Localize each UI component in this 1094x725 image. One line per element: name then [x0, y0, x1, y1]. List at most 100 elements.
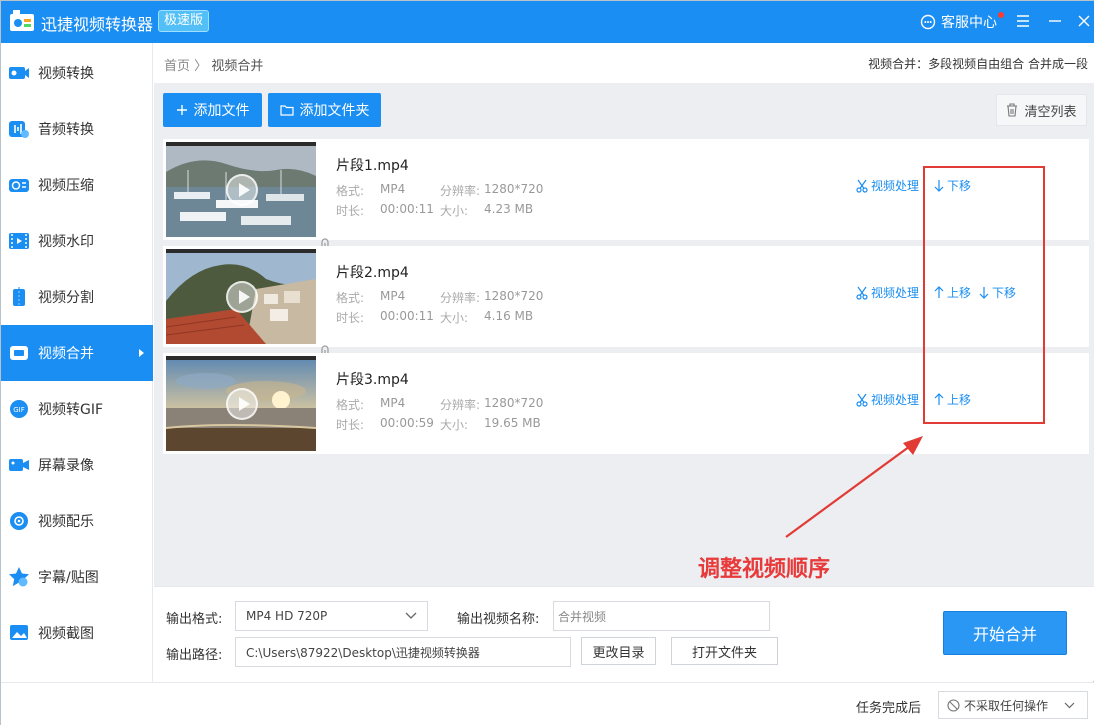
video-process-label: 视频处理	[871, 286, 920, 300]
after-task-value: 不采取任何操作	[964, 698, 1049, 713]
video-process-button[interactable]: 视频处理	[856, 391, 919, 408]
scissors-icon	[856, 286, 868, 300]
video-process-button[interactable]: 视频处理	[856, 284, 919, 301]
annotation-box	[923, 166, 1045, 424]
sidebar-item-audio-convert[interactable]: 音频转换	[1, 101, 153, 157]
sidebar-item-label: 音频转换	[38, 122, 94, 138]
video-convert-icon	[8, 62, 30, 84]
video-process-label: 视频处理	[871, 393, 920, 407]
sidebar-item-video-convert[interactable]: 视频转换	[1, 45, 153, 101]
add-folder-button[interactable]: 添加文件夹	[268, 93, 381, 127]
add-file-button[interactable]: 添加文件	[163, 93, 262, 127]
video-process-label: 视频处理	[871, 179, 920, 193]
chevron-down-icon	[405, 612, 417, 619]
sidebar-item-video-watermark[interactable]: 视频水印	[1, 213, 153, 269]
sidebar-item-label: 视频配乐	[38, 514, 94, 530]
resolution-label: 分辨率:	[440, 184, 481, 198]
video-filename: 片段2.mp4	[336, 265, 409, 281]
format-value: MP4	[380, 182, 406, 196]
plus-icon	[176, 105, 187, 115]
sidebar-item-subtitle-sticker[interactable]: 字幕/贴图	[1, 549, 153, 605]
video-merge-icon	[8, 342, 30, 364]
size-value: 4.23 MB	[484, 202, 534, 216]
sidebar-item-label: 视频转换	[38, 66, 94, 82]
format-value: MP4	[380, 289, 406, 303]
play-icon	[226, 174, 258, 206]
output-path-value: C:\Users\87922\Desktop\迅捷视频转换器	[246, 645, 480, 660]
output-path-label: 输出路径:	[166, 648, 223, 663]
breadcrumb-separator: 〉	[194, 59, 208, 74]
sidebar-item-label: 字幕/贴图	[38, 570, 99, 586]
sidebar-item-video-split[interactable]: 视频分割	[1, 269, 153, 325]
sidebar-item-video-screenshot[interactable]: 视频截图	[1, 605, 153, 661]
after-task-label: 任务完成后	[856, 701, 922, 716]
sidebar-item-label: 视频合并	[38, 346, 94, 362]
video-watermark-icon	[8, 230, 30, 252]
output-name-label: 输出视频名称:	[457, 612, 540, 627]
video-thumbnail[interactable]	[166, 249, 316, 344]
app-title: 迅捷视频转换器	[41, 15, 154, 34]
video-thumbnail[interactable]	[166, 356, 316, 451]
start-merge-button[interactable]: 开始合并	[943, 611, 1067, 655]
sidebar-item-video-merge[interactable]: 视频合并	[1, 325, 153, 381]
video-thumbnail[interactable]	[166, 142, 316, 237]
trash-icon	[1007, 103, 1018, 117]
edition-badge: 极速版	[158, 10, 210, 32]
sidebar-item-label: 视频转GIF	[38, 402, 104, 418]
output-name-input[interactable]: 合并视频	[553, 601, 770, 631]
add-folder-label: 添加文件夹	[299, 103, 370, 119]
duration-label: 时长:	[336, 418, 365, 432]
close-icon[interactable]	[1076, 13, 1092, 29]
footer-bar: 任务完成后 不采取任何操作	[1, 682, 1094, 725]
format-label: 格式:	[336, 291, 365, 305]
change-directory-button[interactable]: 更改目录	[581, 637, 656, 665]
output-format-value: MP4 HD 720P	[246, 609, 328, 623]
sidebar-item-label: 视频水印	[38, 234, 94, 250]
sidebar-item-video-music[interactable]: 视频配乐	[1, 493, 153, 549]
sidebar-item-screen-record[interactable]: 屏幕录像	[1, 437, 153, 493]
output-format-select[interactable]: MP4 HD 720P	[235, 601, 428, 631]
duration-value: 00:00:11	[380, 202, 434, 216]
scissors-icon	[856, 393, 868, 407]
breadcrumb-home[interactable]: 首页	[164, 59, 190, 74]
customer-service-button[interactable]: 客服中心	[920, 1, 1004, 43]
size-value: 4.16 MB	[484, 309, 534, 323]
output-name-value: 合并视频	[558, 609, 607, 624]
output-path-input[interactable]: C:\Users\87922\Desktop\迅捷视频转换器	[235, 637, 571, 667]
start-merge-label: 开始合并	[972, 625, 1037, 644]
sidebar-item-video-compress[interactable]: 视频压缩	[1, 157, 153, 213]
video-compress-icon	[8, 174, 30, 196]
title-bar: 迅捷视频转换器 极速版 客服中心	[1, 1, 1094, 43]
video-process-button[interactable]: 视频处理	[856, 177, 919, 194]
change-directory-label: 更改目录	[592, 645, 645, 661]
chevron-down-icon	[1064, 702, 1075, 709]
size-label: 大小:	[440, 418, 469, 432]
size-value: 19.65 MB	[484, 416, 541, 430]
clear-list-button[interactable]: 清空列表	[996, 94, 1087, 126]
resolution-value: 1280*720	[484, 396, 544, 410]
notification-dot	[998, 12, 1004, 18]
breadcrumb: 首页 〉 视频合并	[164, 55, 263, 74]
sidebar-item-video-gif[interactable]: GIF 视频转GIF	[1, 381, 153, 437]
annotation-arrow-icon	[785, 436, 923, 538]
video-filename: 片段3.mp4	[336, 372, 409, 388]
play-icon	[226, 388, 258, 420]
scissors-icon	[856, 179, 868, 193]
resolution-label: 分辨率:	[440, 398, 481, 412]
duration-label: 时长:	[336, 311, 365, 325]
add-file-label: 添加文件	[193, 103, 250, 119]
active-arrow-icon	[139, 349, 144, 357]
open-folder-button[interactable]: 打开文件夹	[671, 637, 778, 665]
clear-list-label: 清空列表	[1024, 104, 1077, 120]
menu-icon[interactable]	[1015, 13, 1031, 29]
annotation-text: 调整视频顺序	[698, 557, 831, 582]
resolution-label: 分辨率:	[440, 291, 481, 305]
after-task-select[interactable]: 不采取任何操作	[938, 691, 1088, 719]
duration-value: 00:00:11	[380, 309, 434, 323]
folder-icon	[279, 105, 294, 116]
format-label: 格式:	[336, 398, 365, 412]
sidebar-item-label: 视频截图	[38, 626, 94, 642]
output-settings: 输出格式: MP4 HD 720P 输出视频名称: 合并视频 输出路径: C:\…	[154, 586, 1094, 681]
minimize-icon[interactable]	[1047, 13, 1063, 29]
video-screenshot-icon	[8, 622, 30, 644]
